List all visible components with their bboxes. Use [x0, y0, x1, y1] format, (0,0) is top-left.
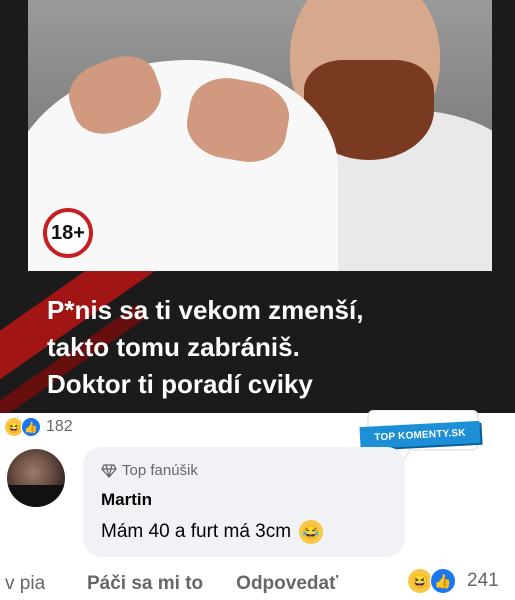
like-button[interactable]: Páči sa mi to — [87, 573, 203, 595]
diamond-icon — [101, 463, 117, 478]
post-reactions[interactable]: 😆 👍 182 — [5, 417, 73, 437]
ad-headline-line: takto tomu zabrániš. — [47, 332, 300, 362]
comment-reactions[interactable]: 😆 👍 241 — [408, 568, 499, 594]
like-icon: 👍 — [430, 568, 456, 594]
reply-button[interactable]: Odpovedať — [236, 573, 338, 595]
ad-headline-line: Doktor ti poradí cviky — [47, 369, 313, 399]
ad-headline-line: P*nis sa ti vekom zmenší, — [47, 295, 364, 325]
ad-photo: 18+ — [28, 0, 492, 271]
laughing-tears-emoji-icon: 😂 — [299, 520, 324, 544]
haha-emoji-icon: 😆 — [408, 569, 432, 593]
comment-bubble: Top fanúšik Martin Mám 40 a furt má 3cm … — [83, 447, 405, 557]
top-fan-badge: Top fanúšik — [101, 462, 198, 479]
age-restriction-badge: 18+ — [43, 208, 93, 258]
comment-text: Mám 40 a furt má 3cm — [101, 521, 292, 542]
like-icon: 👍 — [21, 417, 41, 437]
ad-banner[interactable]: 18+ P*nis sa ti vekom zmenší, takto tomu… — [0, 0, 515, 413]
avatar[interactable] — [7, 449, 65, 507]
comment-reaction-count: 241 — [467, 570, 499, 591]
top-fan-label: Top fanúšik — [122, 462, 198, 479]
post-reaction-count: 182 — [46, 418, 73, 435]
ad-headline: P*nis sa ti vekom zmenší, takto tomu zab… — [47, 292, 487, 403]
comment-text-row: Mám 40 a furt má 3cm 😂 — [101, 520, 324, 544]
comment-timestamp[interactable]: v pia — [5, 573, 57, 595]
comment-author[interactable]: Martin — [101, 490, 152, 510]
